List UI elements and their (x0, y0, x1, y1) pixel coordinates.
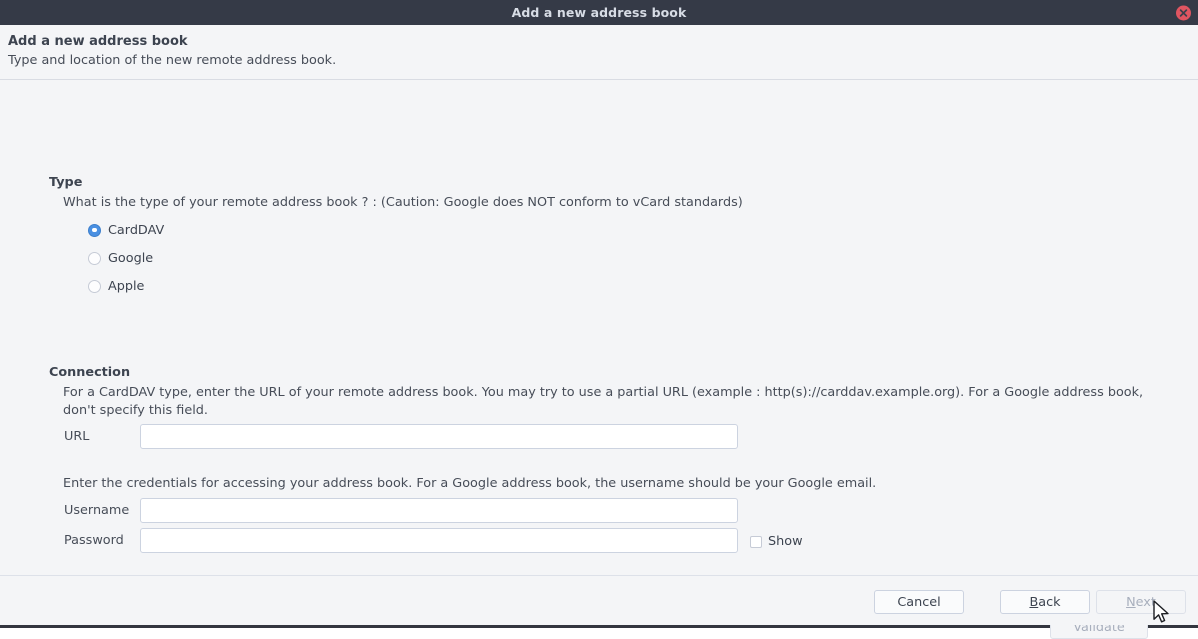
next-button-label: ext (1136, 595, 1156, 610)
back-button[interactable]: Back (1000, 590, 1090, 614)
radio-label-google[interactable]: Google (108, 251, 153, 266)
cancel-button[interactable]: Cancel (874, 590, 964, 614)
close-circle-icon[interactable] (1176, 5, 1191, 20)
back-button-mnemonic: B (1029, 595, 1038, 610)
dialog-header: Add a new address book Type and location… (0, 25, 1198, 80)
password-input[interactable] (140, 528, 738, 553)
radio-option-apple[interactable]: Apple (88, 277, 144, 295)
next-button-mnemonic: N (1126, 595, 1136, 610)
radio-indicator-apple[interactable] (88, 280, 101, 293)
cancel-button-label: Cancel (897, 595, 940, 610)
window-title: Add a new address book (512, 0, 687, 25)
next-button[interactable]: Next (1096, 590, 1186, 614)
radio-label-apple[interactable]: Apple (108, 279, 144, 294)
credentials-description: Enter the credentials for accessing your… (63, 475, 1151, 493)
show-password-label[interactable]: Show (768, 534, 803, 549)
type-section-question: What is the type of your remote address … (63, 194, 1153, 212)
username-label: Username (64, 503, 129, 518)
username-input[interactable] (140, 498, 738, 523)
page-subtitle: Type and location of the new remote addr… (8, 52, 1198, 70)
radio-option-carddav[interactable]: CardDAV (88, 221, 164, 239)
radio-indicator-carddav[interactable] (88, 224, 101, 237)
page-title: Add a new address book (8, 33, 1198, 50)
radio-indicator-google[interactable] (88, 252, 101, 265)
connection-section-description: For a CardDAV type, enter the URL of you… (63, 384, 1151, 419)
type-section-heading: Type (49, 175, 82, 190)
password-label: Password (64, 533, 124, 548)
add-address-book-dialog: Add a new address book Add a new address… (0, 0, 1198, 628)
show-password-checkbox[interactable]: Show (750, 534, 803, 549)
back-button-label: ack (1038, 595, 1060, 610)
radio-label-carddav[interactable]: CardDAV (108, 223, 164, 238)
radio-option-google[interactable]: Google (88, 249, 153, 267)
url-input[interactable] (140, 424, 738, 449)
checkbox-indicator-show-password[interactable] (750, 536, 762, 548)
window-titlebar: Add a new address book (0, 0, 1198, 25)
dialog-footer: Cancel Back Next (0, 575, 1198, 625)
url-label: URL (64, 429, 89, 444)
connection-section-heading: Connection (49, 365, 130, 380)
dialog-body: Type What is the type of your remote add… (0, 80, 1198, 575)
